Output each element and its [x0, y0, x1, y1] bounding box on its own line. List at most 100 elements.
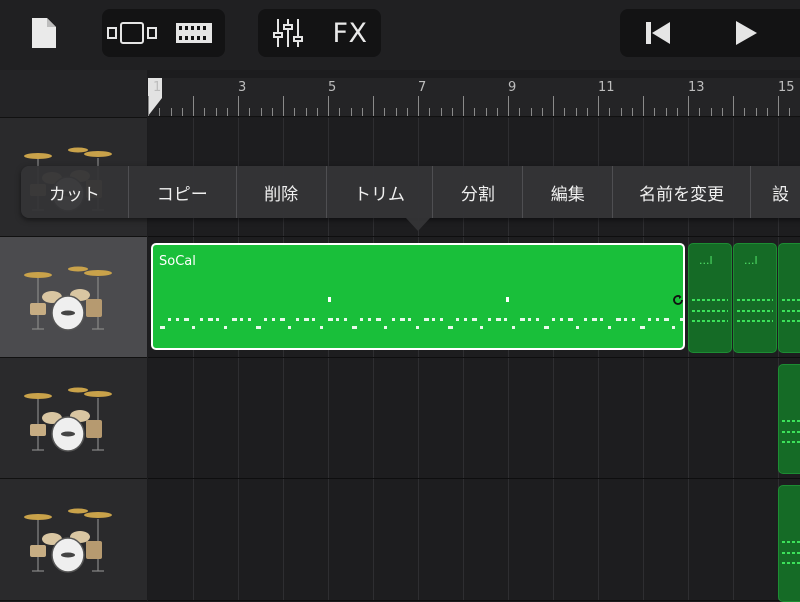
fx-button[interactable]: FX [320, 9, 380, 57]
midi-note-row [782, 320, 800, 322]
midi-note-row [737, 299, 773, 301]
ruler-bar-number: 11 [598, 80, 615, 95]
ruler-tick [474, 108, 476, 116]
midi-note [208, 318, 213, 321]
track-header-4[interactable] [0, 479, 147, 601]
grid-line [508, 479, 509, 600]
ruler-tick [508, 96, 509, 116]
grid-line [328, 479, 329, 600]
track-header-2[interactable] [0, 237, 147, 358]
region-mini-1[interactable]: ...l [688, 243, 732, 353]
grid-line [238, 358, 239, 478]
transport-group [620, 9, 800, 57]
ruler-tick [575, 108, 577, 116]
grid-line [418, 358, 419, 478]
midi-note [408, 318, 411, 321]
midi-note [216, 318, 219, 321]
mixer-fx-group: FX [258, 9, 381, 57]
midi-note [312, 318, 315, 321]
midi-note [400, 318, 405, 321]
context-menu-item[interactable]: 分割 [433, 166, 524, 218]
region-mini-4[interactable] [778, 364, 800, 474]
grid-line [733, 479, 734, 600]
midi-note [680, 318, 683, 321]
grid-line [373, 479, 374, 600]
midi-note-row [782, 420, 800, 422]
grid-line [508, 358, 509, 478]
midi-note [568, 318, 573, 321]
live-loops-icon[interactable] [164, 9, 224, 57]
document-icon[interactable] [30, 16, 58, 50]
ruler-tick [530, 108, 532, 116]
midi-note [336, 318, 339, 321]
ruler-tick [586, 108, 588, 116]
midi-note-row [692, 299, 728, 301]
ruler-tick [451, 108, 453, 116]
context-menu-pointer [406, 218, 430, 231]
midi-note-row [782, 431, 800, 433]
midi-note-row [782, 552, 800, 554]
mixer-icon[interactable] [258, 9, 318, 57]
ruler-tick [519, 108, 521, 116]
region-mini-5[interactable] [778, 485, 800, 602]
ruler-tick [485, 108, 487, 116]
ruler-tick [361, 108, 363, 116]
ruler-tick [440, 108, 442, 116]
midi-note [392, 318, 395, 321]
midi-note [248, 318, 251, 321]
midi-note [320, 326, 323, 329]
context-menu-item[interactable]: カット [21, 166, 129, 218]
rewind-icon[interactable] [620, 9, 695, 57]
ruler-tick [766, 108, 768, 116]
context-menu-item[interactable]: 削除 [237, 166, 327, 218]
ruler-tick [215, 108, 217, 116]
midi-note [520, 318, 525, 321]
region-mini-3[interactable] [778, 243, 800, 353]
ruler-tick [249, 108, 251, 116]
midi-note-row [737, 320, 773, 322]
region-mini-2[interactable]: ...l [733, 243, 777, 353]
midi-note [352, 326, 357, 329]
ruler-tick [204, 108, 206, 116]
track-lane-3[interactable] [148, 358, 800, 479]
context-menu-item[interactable]: 設 [751, 166, 800, 218]
play-icon[interactable] [708, 9, 783, 57]
ruler-tick [564, 108, 566, 116]
ruler-tick [193, 96, 194, 116]
midi-note [592, 318, 597, 321]
grid-line [643, 479, 644, 600]
ruler-tick [665, 108, 667, 116]
midi-note [200, 318, 203, 321]
midi-note-row [782, 441, 800, 443]
context-menu-item[interactable]: 編集 [523, 166, 614, 218]
ruler-tick [406, 108, 408, 116]
midi-note [664, 318, 669, 321]
loop-handle-icon[interactable] [672, 291, 684, 305]
ruler-tick [789, 108, 791, 116]
midi-note [416, 326, 419, 329]
grid-line [643, 358, 644, 478]
timeline-ruler[interactable]: 1 3 5 7 9 11 13 15 [148, 78, 800, 117]
track-header-3[interactable] [0, 358, 147, 479]
drum-kit-icon [22, 380, 114, 460]
ruler-tick [496, 108, 498, 116]
context-menu-item[interactable]: 名前を変更 [613, 166, 752, 218]
midi-note [232, 318, 237, 321]
midi-note [560, 318, 563, 321]
grid-line [373, 358, 374, 478]
context-menu-item[interactable]: コピー [129, 166, 237, 218]
midi-note [360, 318, 363, 321]
context-menu-item[interactable]: トリム [327, 166, 434, 218]
control-bar: FX [0, 0, 800, 70]
midi-note [528, 318, 531, 321]
ruler-bar-number: 7 [418, 80, 427, 95]
midi-note [432, 318, 435, 321]
ruler-bar-number: 5 [328, 80, 337, 95]
track-lane-4[interactable] [148, 479, 800, 601]
ruler-tick [553, 96, 554, 116]
selected-region[interactable]: SoCal [151, 243, 685, 350]
ruler-tick [418, 96, 419, 116]
grid-line [193, 479, 194, 600]
midi-note [608, 326, 611, 329]
tracks-view-icon[interactable] [102, 9, 162, 57]
